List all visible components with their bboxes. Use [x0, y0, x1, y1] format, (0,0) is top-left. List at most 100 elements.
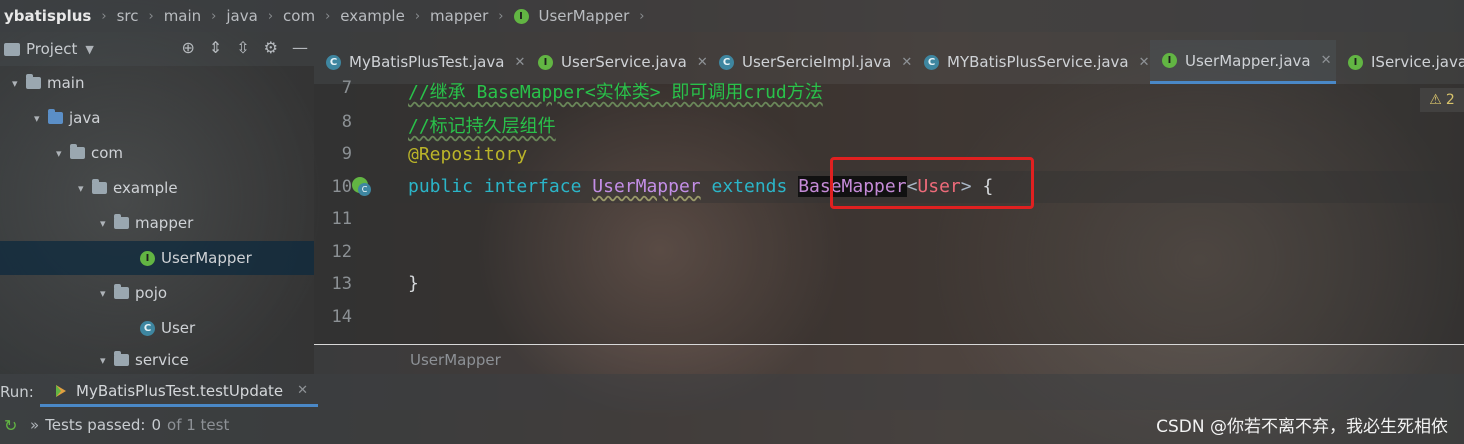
tree-item-label: pojo: [135, 284, 168, 302]
chevron-right-icon: ›: [267, 8, 274, 24]
project-view-selector[interactable]: Project: [26, 40, 77, 58]
code-comment-line: //继承 BaseMapper<实体类> 即可调用crud方法: [408, 82, 823, 103]
tab-mybatisplusservice[interactable]: C MYBatisPlusService.java ✕: [912, 40, 1150, 84]
chevron-down-icon[interactable]: ▾: [100, 354, 114, 367]
tests-passed-count: 0: [151, 416, 162, 434]
folder-icon: [26, 74, 41, 89]
line-number: 9: [341, 144, 352, 164]
interface-name: UserMapper: [592, 176, 701, 197]
breadcrumb-main[interactable]: main: [160, 7, 205, 25]
breadcrumb-com[interactable]: com: [279, 7, 319, 25]
tree-item-com[interactable]: ▾ com: [0, 136, 314, 170]
project-folder-icon: [4, 42, 20, 56]
tests-status: » Tests passed: 0 of 1 test: [30, 416, 229, 434]
close-icon[interactable]: ✕: [1321, 53, 1332, 68]
tree-item-main[interactable]: ▾ main: [0, 66, 314, 100]
close-icon[interactable]: ✕: [1139, 55, 1150, 70]
implemented-gutter-icon[interactable]: C: [352, 177, 372, 197]
chevron-right-icon: ›: [498, 8, 504, 24]
tab-usermapper[interactable]: I UserMapper.java ✕: [1150, 40, 1336, 84]
chevron-down-icon[interactable]: ▾: [34, 112, 48, 125]
keyword-extends: extends: [711, 176, 788, 197]
tree-item-label: com: [91, 144, 124, 162]
close-icon[interactable]: ✕: [514, 55, 525, 70]
chevron-down-icon[interactable]: ▼: [85, 43, 93, 56]
locate-icon[interactable]: ⊕: [181, 38, 194, 57]
breadcrumb-project[interactable]: ybatisplus: [0, 7, 95, 25]
chevron-right-icon: ›: [414, 8, 421, 24]
tree-item-label: java: [69, 109, 101, 127]
collapse-all-icon[interactable]: ⇳: [236, 38, 249, 57]
breadcrumb-example[interactable]: example: [336, 7, 409, 25]
tab-label: MyBatisPlusTest.java: [349, 53, 505, 71]
chevron-right-icon: ›: [148, 8, 154, 24]
chevron-right-icon: ›: [639, 8, 645, 24]
tree-item-user[interactable]: C User: [0, 311, 314, 345]
package-icon: [70, 144, 85, 159]
chevron-down-icon[interactable]: ▾: [100, 287, 114, 300]
chevron-down-icon[interactable]: ▾: [56, 147, 70, 160]
breadcrumb-src[interactable]: src: [113, 7, 143, 25]
source-folder-icon: [48, 109, 63, 124]
tree-item-example[interactable]: ▾ example: [0, 171, 314, 205]
interface-lock-icon: I: [1348, 54, 1363, 70]
chevron-down-icon[interactable]: ▾: [12, 77, 26, 90]
tree-item-usermapper[interactable]: I UserMapper: [0, 241, 314, 275]
code-comment-line: //标记持久层组件: [408, 116, 556, 137]
close-icon[interactable]: ✕: [297, 383, 308, 398]
tree-item-label: example: [113, 179, 178, 197]
close-icon[interactable]: ✕: [901, 55, 912, 70]
rerun-icon[interactable]: ↻: [4, 416, 17, 435]
interface-icon: I: [1162, 53, 1177, 68]
code-annotation: @Repository: [408, 144, 528, 165]
hide-panel-icon[interactable]: —: [292, 38, 308, 57]
gear-icon[interactable]: ⚙: [264, 38, 278, 57]
test-class-icon: C: [326, 54, 341, 70]
tree-item-label: main: [47, 74, 85, 92]
tests-status-label: Tests passed:: [45, 416, 146, 434]
inspection-warning-badge[interactable]: ⚠ 2: [1420, 88, 1464, 112]
breadcrumb-usermapper[interactable]: UserMapper: [535, 7, 634, 25]
run-tab-label: MyBatisPlusTest.testUpdate: [76, 381, 284, 400]
run-config-tab[interactable]: MyBatisPlusTest.testUpdate ✕: [40, 377, 319, 407]
spring-class-icon: C: [924, 54, 939, 70]
tree-item-java[interactable]: ▾ java: [0, 101, 314, 135]
breadcrumb: ybatisplus › src › main › java › com › e…: [0, 0, 1464, 32]
close-brace: }: [408, 273, 419, 294]
tree-item-pojo[interactable]: ▾ pojo: [0, 276, 314, 310]
chevron-down-icon[interactable]: ▾: [78, 182, 92, 195]
tab-label: UserService.java: [561, 53, 687, 71]
expand-all-icon[interactable]: ⇕: [209, 38, 222, 57]
tree-item-label: service: [135, 351, 189, 369]
tree-item-label: mapper: [135, 214, 194, 232]
line-number: 8: [341, 112, 352, 132]
line-number: 12: [331, 242, 352, 262]
tree-item-label: UserMapper: [161, 249, 252, 267]
tab-iservice[interactable]: I IService.java: [1336, 40, 1464, 84]
chevron-down-icon[interactable]: ▾: [100, 217, 114, 230]
line-number: 11: [331, 209, 352, 229]
tab-label: UserSercieImpl.java: [742, 53, 892, 71]
interface-icon: I: [538, 54, 553, 70]
chevron-right-icon: ›: [101, 8, 107, 24]
package-icon: [114, 284, 129, 299]
structure-breadcrumb[interactable]: UserMapper: [314, 344, 1464, 374]
editor-tab-bar: C MyBatisPlusTest.java ✕ I UserService.j…: [314, 32, 1464, 84]
tests-total: of 1 test: [167, 416, 230, 434]
breadcrumb-mapper[interactable]: mapper: [426, 7, 492, 25]
interface-icon: I: [513, 8, 529, 24]
tab-label: IService.java: [1371, 53, 1464, 71]
warning-count: 2: [1445, 92, 1455, 108]
package-icon: [114, 351, 129, 366]
tree-item-mapper[interactable]: ▾ mapper: [0, 206, 314, 240]
tree-item-service[interactable]: ▾ service: [0, 346, 314, 374]
expand-icon[interactable]: »: [30, 416, 39, 434]
package-icon: [92, 179, 107, 194]
tree-item-label: User: [161, 319, 196, 337]
warning-icon: ⚠: [1429, 92, 1442, 108]
breadcrumb-java[interactable]: java: [222, 7, 261, 25]
keyword-public: public: [408, 176, 474, 197]
package-icon: [114, 214, 129, 229]
line-number: 7: [341, 78, 352, 98]
keyword-interface: interface: [483, 176, 582, 197]
